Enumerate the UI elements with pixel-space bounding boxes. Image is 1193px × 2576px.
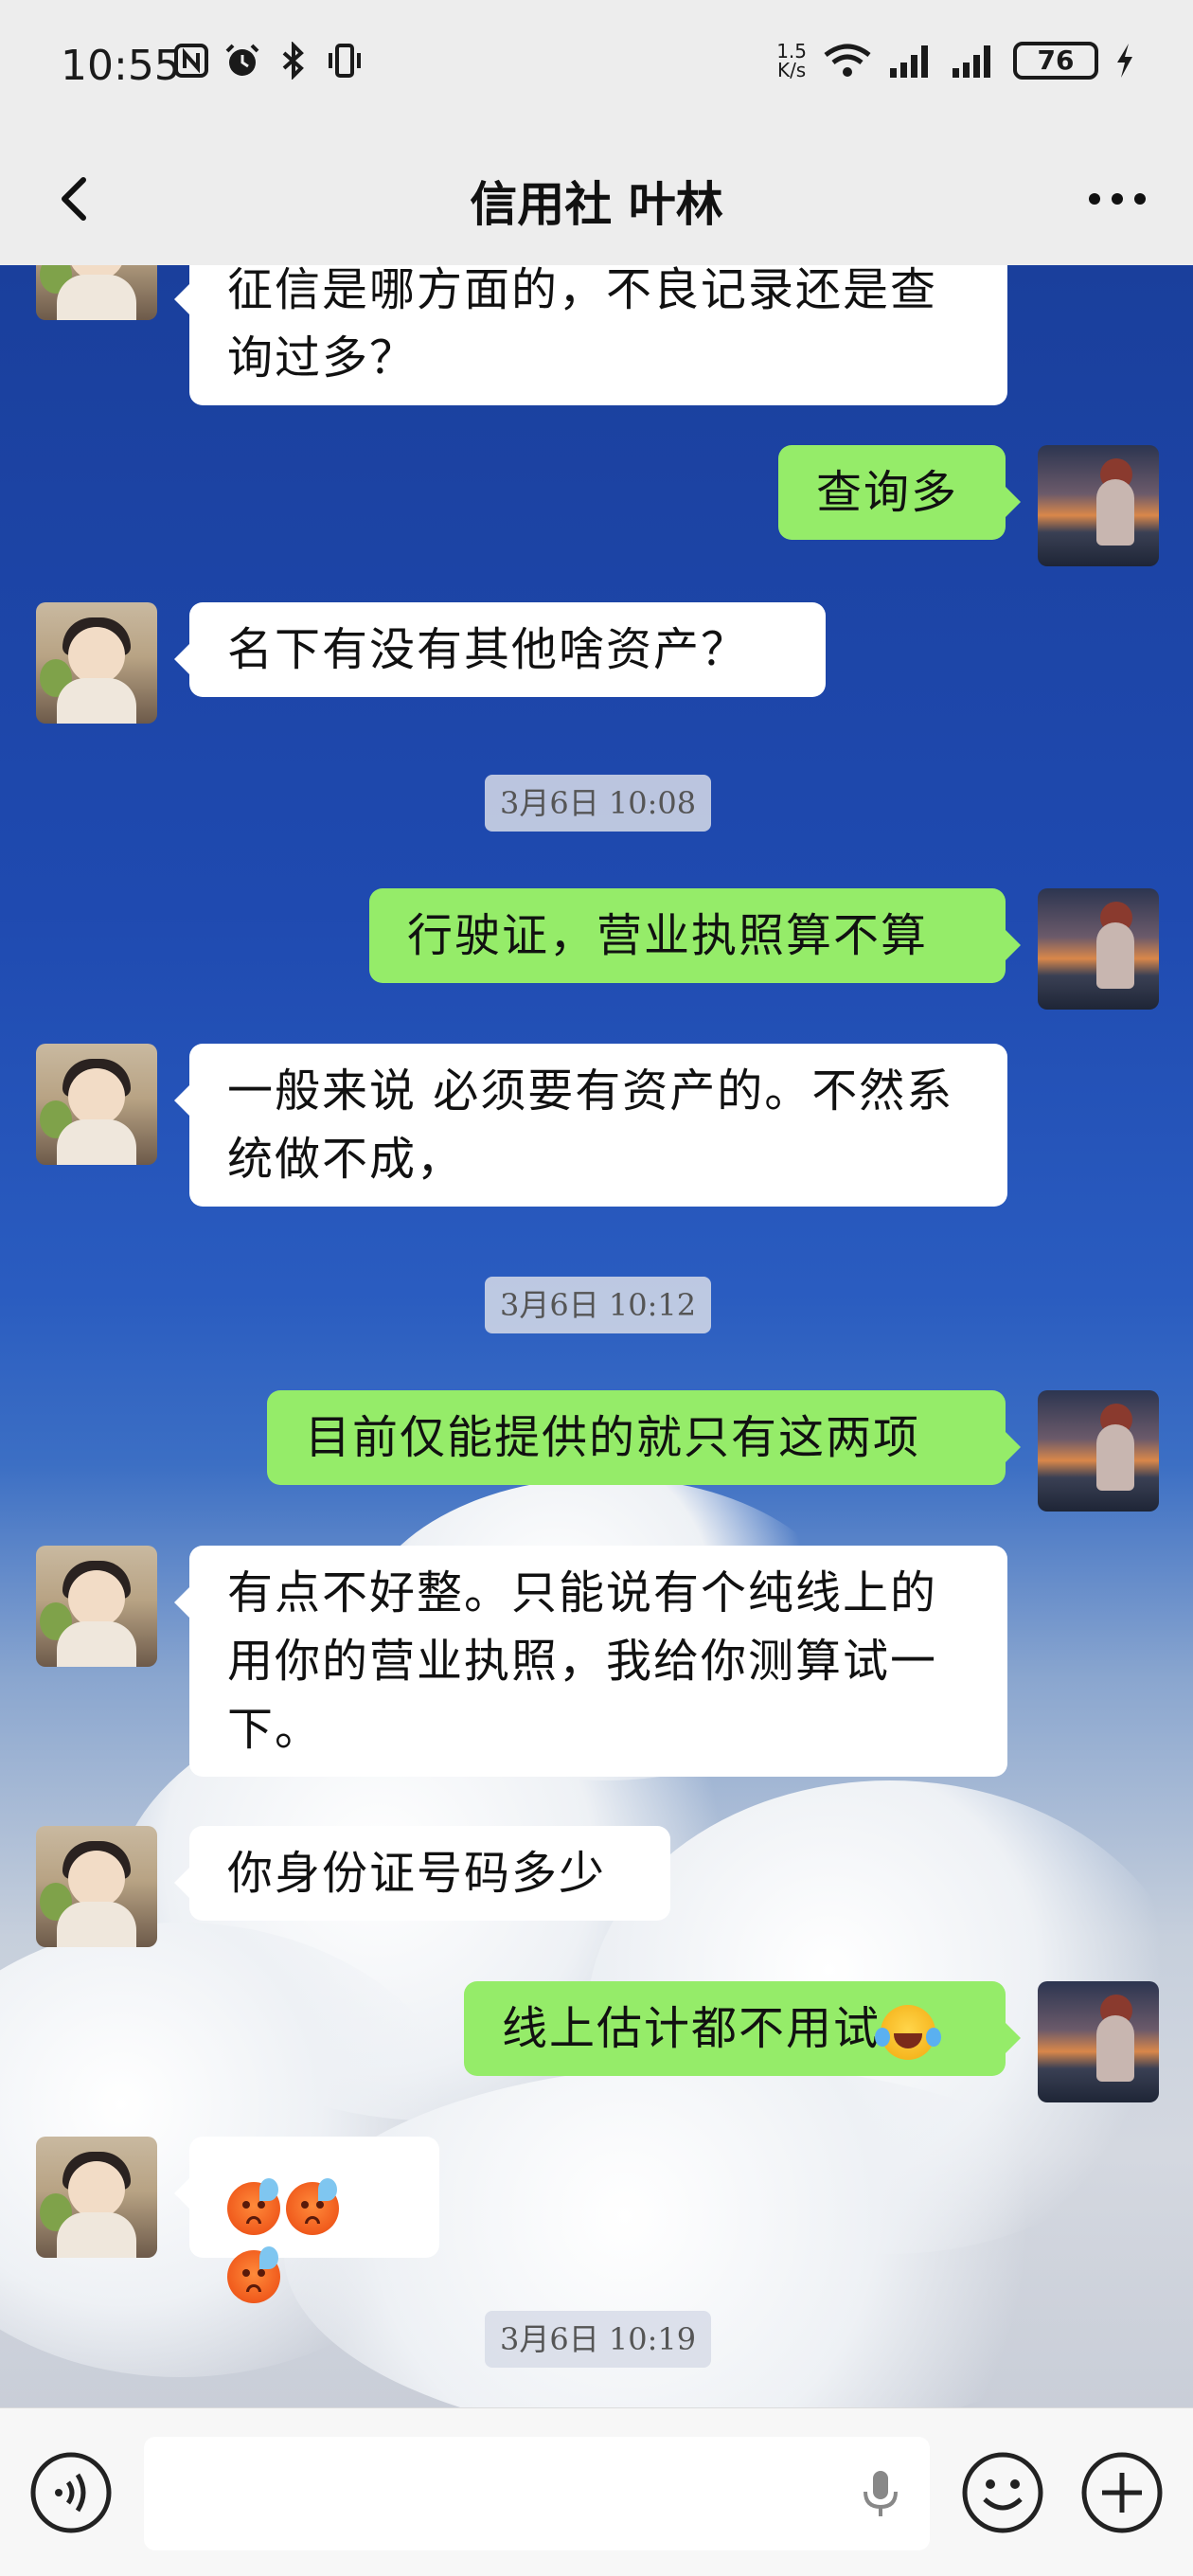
my-avatar[interactable] [1038,888,1159,1010]
voice-input-icon[interactable] [28,2450,114,2535]
input-bar [0,2407,1193,2576]
status-icons-right: 1.5 K/s 76 [776,42,1136,80]
message-input[interactable] [144,2437,930,2550]
emoji-picker-icon[interactable] [960,2450,1045,2535]
wifi-icon [824,44,871,77]
message-bubble-sent[interactable]: 查询多 [778,445,1021,540]
alarm-icon [225,44,259,76]
more-actions-plus-icon[interactable] [1079,2450,1165,2535]
message-bubble-sent[interactable]: 目前仅能提供的就只有这两项 [267,1390,1021,1485]
message-bubble-received[interactable]: 名下有没有其他啥资产？ [174,602,826,697]
sweat-frown-emoji-icon [286,2177,339,2235]
laughing-crying-emoji-icon [875,2004,942,2060]
charging-icon [1117,44,1132,78]
battery-indicator: 76 [1013,42,1098,80]
message-bubble-received[interactable]: 一般来说 必须要有资产的。不然系统做不成， [174,1044,1007,1207]
message-bubble-received[interactable]: 征信是哪方面的，不良记录还是查询过多？ [174,265,1007,405]
chat-header: 信用社 叶林 [0,133,1193,265]
message-bubble-sent[interactable]: 线上估计都不用试 [464,1981,1021,2076]
chat-title: 信用社 叶林 [470,176,723,232]
net-speed-value: 1.5 [776,40,807,63]
message-bubble-received[interactable] [174,2137,439,2303]
message-bubble-received[interactable]: 你身份证号码多少 [174,1826,670,1921]
my-avatar[interactable] [1038,1390,1159,1512]
my-avatar[interactable] [1038,445,1159,566]
nfc-icon [174,44,208,78]
status-icons-left [172,42,364,80]
signal-icon [890,45,928,78]
contact-avatar[interactable] [36,265,157,320]
sweat-frown-emoji-icon [227,2177,280,2235]
contact-avatar[interactable] [36,2137,157,2258]
more-options-icon[interactable] [1079,161,1155,237]
status-bar: 10:55 1.5 K/s 76 [0,0,1193,133]
my-avatar[interactable] [1038,1981,1159,2102]
contact-avatar[interactable] [36,602,157,724]
net-speed-unit: K/s [776,59,807,81]
contact-avatar[interactable] [36,1546,157,1667]
status-time: 10:55 [61,42,181,90]
bluetooth-icon [282,42,304,80]
signal-icon-2 [953,45,990,78]
net-speed: 1.5 K/s [776,42,807,80]
sweat-frown-emoji-icon [227,2245,280,2303]
message-text: 线上估计都不用试 [502,2002,881,2055]
contact-avatar[interactable] [36,1044,157,1165]
vibrate-icon [329,44,361,78]
chat-area[interactable]: 征信是哪方面的，不良记录还是查询过多？ 查询多 名下有没有其他啥资产？ 3月6日… [0,265,1193,2407]
message-timestamp: 3月6日 10:19 [485,2311,712,2368]
message-bubble-received[interactable]: 有点不好整。只能说有个纯线上的用你的营业执照，我给你测算试一下。 [174,1546,1007,1777]
microphone-icon[interactable] [852,2465,909,2522]
message-timestamp: 3月6日 10:08 [485,775,712,832]
message-timestamp: 3月6日 10:12 [485,1277,712,1333]
contact-avatar[interactable] [36,1826,157,1947]
message-bubble-sent[interactable]: 行驶证，营业执照算不算 [369,888,1021,983]
